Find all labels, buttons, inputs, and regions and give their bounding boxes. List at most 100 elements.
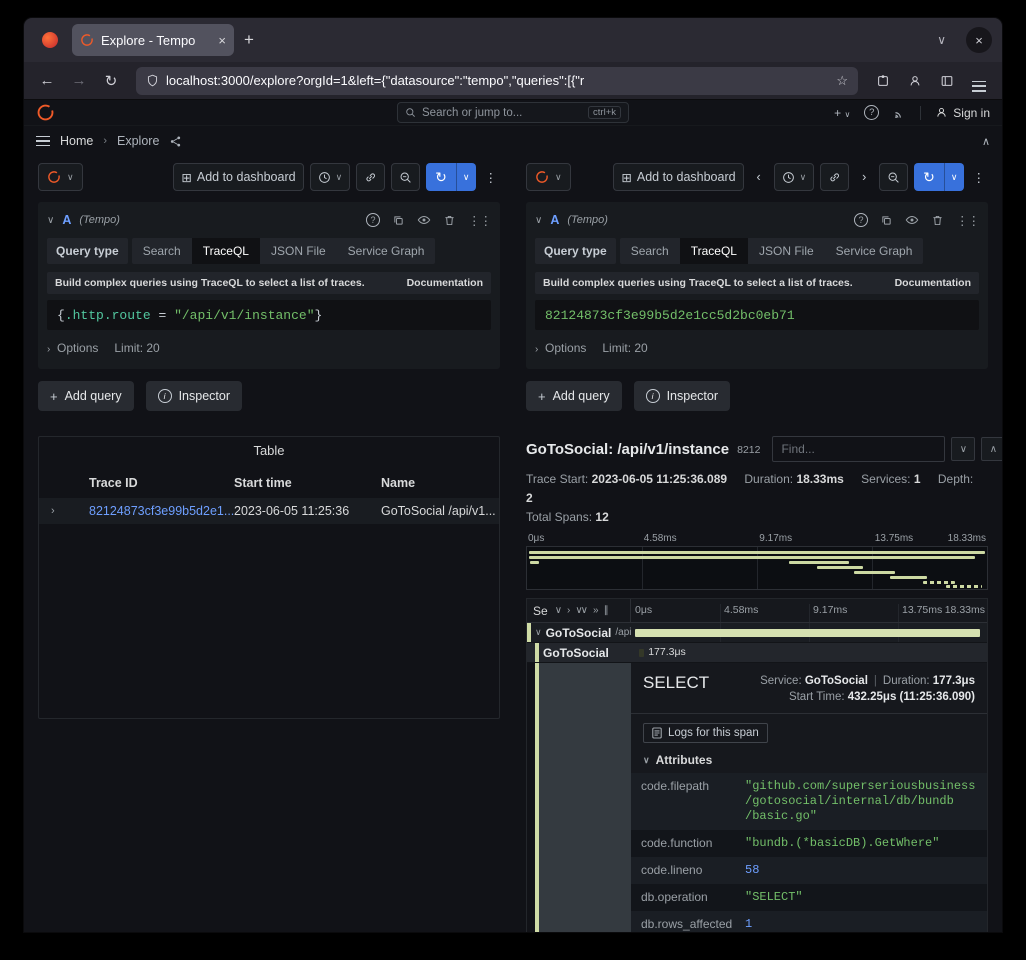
app-menu-icon[interactable] (966, 69, 992, 91)
tab-traceql[interactable]: TraceQL (192, 238, 260, 264)
inspector-button[interactable]: i Inspector (146, 381, 242, 411)
minimap-span-bar (854, 571, 895, 574)
zoom-out-button[interactable] (391, 163, 420, 191)
mega-menu-icon[interactable] (36, 136, 50, 147)
copy-link-button[interactable] (820, 163, 849, 191)
zoom-out-button[interactable] (879, 163, 908, 191)
query-help-icon[interactable]: ? (854, 213, 868, 227)
column-resizer-handle[interactable]: ∥ (604, 605, 607, 616)
add-query-button[interactable]: + Add query (38, 381, 134, 411)
table-row[interactable]: › 82124873cf3e99b5d2e1... 2023-06-05 11:… (39, 498, 499, 524)
tab-traceql[interactable]: TraceQL (680, 238, 748, 264)
disable-query-icon[interactable] (905, 213, 919, 228)
span-row-root[interactable]: ∨ GoToSocial /api/... (527, 623, 987, 643)
collapse-children-icon[interactable]: ∨ (535, 627, 542, 638)
firefox-icon[interactable] (42, 32, 58, 48)
reload-icon[interactable]: ↻ (98, 72, 124, 90)
col-header-trace-id[interactable]: Trace ID (89, 476, 234, 490)
sidebar-icon[interactable] (934, 72, 960, 89)
trace-minimap[interactable] (526, 546, 988, 590)
back-icon[interactable]: ← (34, 72, 60, 89)
documentation-link[interactable]: Documentation (895, 277, 971, 289)
breadcrumb-home[interactable]: Home (60, 134, 93, 148)
span-row-selected[interactable]: GoToSocial 177.3μs (527, 643, 987, 663)
run-query-button[interactable]: ↻ ∨ (426, 163, 475, 191)
move-pane-right-icon[interactable]: › (855, 163, 873, 191)
forward-icon[interactable]: → (66, 72, 92, 89)
collapse-toolbar-icon[interactable]: ∧ (982, 135, 990, 148)
row-expand-icon[interactable]: › (51, 505, 89, 517)
expand-all-icon[interactable]: ∨∨ (575, 605, 586, 616)
move-pane-left-icon[interactable]: ‹ (750, 163, 768, 191)
chevron-down-icon[interactable]: ∨ (555, 605, 560, 616)
collapse-query-icon[interactable]: ∨ (535, 215, 542, 226)
sign-in-button[interactable]: Sign in (935, 106, 990, 120)
remove-query-icon[interactable] (931, 213, 944, 227)
find-next-icon[interactable]: ∨ (951, 437, 975, 461)
datasource-picker-left[interactable]: ∨ (38, 163, 83, 191)
add-to-dashboard-button[interactable]: ⊞ Add to dashboard (613, 163, 743, 191)
run-query-button[interactable]: ↻ ∨ (914, 163, 963, 191)
bookmark-star-icon[interactable]: ☆ (836, 73, 848, 89)
share-icon[interactable] (169, 134, 182, 148)
duplicate-query-icon[interactable] (392, 213, 405, 227)
span-duration-bar[interactable] (639, 649, 644, 657)
service-operation-column-label[interactable]: Se (533, 604, 548, 618)
drag-handle-icon[interactable]: ⋮⋮ (468, 213, 491, 228)
datasource-picker-right[interactable]: ∨ (526, 163, 571, 191)
url-bar[interactable]: localhost:3000/explore?orgId=1&left={"da… (136, 67, 858, 95)
help-icon[interactable]: ? (864, 105, 879, 120)
query-help-icon[interactable]: ? (366, 213, 380, 227)
tab-close-icon[interactable]: × (218, 33, 226, 48)
tab-service-graph[interactable]: Service Graph (337, 238, 436, 264)
query-editor-right: ∨ A (Tempo) ? ⋮⋮ Qu (526, 202, 988, 369)
copy-link-button[interactable] (356, 163, 385, 191)
shield-icon[interactable] (146, 74, 159, 87)
search-input[interactable]: Search or jump to... ctrl+k (397, 102, 629, 123)
trace-title[interactable]: GoToSocial: /api/v1/instance (526, 441, 729, 458)
time-picker-button[interactable]: ∨ (774, 163, 815, 191)
inspector-button[interactable]: i Inspector (634, 381, 730, 411)
browser-tab[interactable]: Explore - Tempo × (72, 24, 234, 56)
attributes-accordion[interactable]: ∨ Attributes (631, 745, 987, 773)
pane-kebab-menu[interactable]: ⋮ (482, 163, 501, 191)
add-to-dashboard-button[interactable]: ⊞ Add to dashboard (173, 163, 303, 191)
new-dropdown-button[interactable]: + ∨ (834, 106, 850, 120)
list-tabs-icon[interactable]: ∨ (937, 33, 946, 47)
account-icon[interactable] (902, 72, 928, 89)
traceql-editor-left[interactable]: {.http.route = "/api/v1/instance"} (47, 300, 491, 330)
grafana-logo-icon[interactable] (36, 103, 55, 122)
window-close-button[interactable]: × (966, 27, 992, 53)
time-picker-button[interactable]: ∨ (310, 163, 351, 191)
col-header-name[interactable]: Name (381, 476, 499, 490)
drag-handle-icon[interactable]: ⋮⋮ (956, 213, 979, 228)
options-toggle[interactable]: › Options (47, 341, 98, 355)
pane-kebab-menu[interactable]: ⋮ (970, 163, 989, 191)
tab-json-file[interactable]: JSON File (260, 238, 337, 264)
news-icon[interactable] (893, 105, 906, 119)
collapse-query-icon[interactable]: ∨ (47, 215, 54, 226)
duplicate-query-icon[interactable] (880, 213, 893, 227)
tab-search[interactable]: Search (132, 238, 192, 264)
disable-query-icon[interactable] (417, 213, 431, 228)
traceql-editor-right[interactable]: 82124873cf3e99b5d2e1cc5d2bc0eb71 (535, 300, 979, 330)
collapse-all-icon[interactable]: » (593, 605, 597, 616)
extensions-icon[interactable] (870, 72, 896, 89)
find-prev-icon[interactable]: ∧ (981, 437, 1002, 461)
span-duration-bar[interactable] (635, 629, 980, 637)
logs-for-span-button[interactable]: Logs for this span (643, 723, 768, 743)
remove-query-icon[interactable] (443, 213, 456, 227)
find-input[interactable] (772, 436, 945, 462)
col-header-start-time[interactable]: Start time (234, 476, 381, 490)
options-toggle[interactable]: › Options (535, 341, 586, 355)
tab-search[interactable]: Search (620, 238, 680, 264)
table-panel-title: Table (39, 437, 499, 458)
tab-json-file[interactable]: JSON File (748, 238, 825, 264)
collapse-one-icon[interactable]: › (567, 605, 568, 616)
documentation-link[interactable]: Documentation (407, 277, 483, 289)
plus-icon: + (538, 389, 546, 404)
tab-service-graph[interactable]: Service Graph (825, 238, 924, 264)
new-tab-button[interactable]: + (244, 30, 254, 50)
cell-trace-id[interactable]: 82124873cf3e99b5d2e1... (89, 504, 234, 518)
add-query-button[interactable]: + Add query (526, 381, 622, 411)
